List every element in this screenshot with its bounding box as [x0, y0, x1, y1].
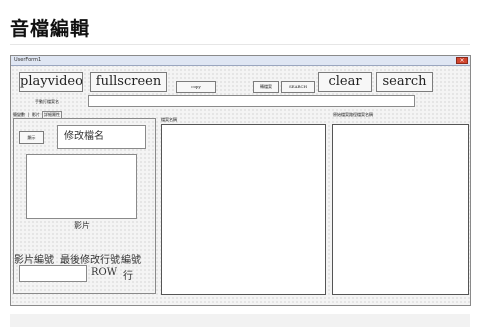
copy-button[interactable]: copy [176, 81, 216, 93]
window-titlebar: UserForm1 × [11, 56, 470, 66]
clear-button[interactable]: clear [318, 72, 372, 92]
playvideo-button[interactable]: playvideo [19, 72, 83, 92]
original-path-list[interactable] [332, 124, 469, 295]
rename-label: 手動打檔案名 [35, 99, 59, 104]
convert-button[interactable]: 轉檔案 [253, 81, 279, 93]
page-title: 音檔編輯 [10, 18, 91, 40]
close-button[interactable]: × [456, 57, 468, 64]
row-label: ROW [91, 267, 118, 278]
rename-textbox[interactable]: 修改檔名 [57, 125, 146, 149]
window-caption: UserForm1 [14, 57, 42, 63]
bottom-strip [10, 314, 470, 327]
number-header: 編號 [121, 255, 141, 266]
original-path-header: 原始檔案路徑檔案名稱 [333, 112, 373, 117]
search-button[interactable]: search [376, 72, 433, 92]
last-modified-row-header: 最後修改行號 [60, 255, 120, 266]
video-label: 影片 [74, 221, 90, 230]
show-button[interactable]: 顯示 [19, 131, 44, 144]
video-number-header: 影片編號 [14, 255, 54, 266]
rename-input[interactable] [88, 95, 415, 107]
line-label: 行 [123, 271, 133, 282]
tab-details[interactable]: 詳細屬性 [42, 111, 62, 118]
userform-window: UserForm1 × playvideo fullscreen copy 轉檔… [10, 55, 471, 306]
search-small-button[interactable]: SEARCH [281, 81, 315, 93]
video-preview [26, 154, 137, 219]
tab-divider-1: | [28, 112, 30, 117]
file-name-header: 檔案名稱 [161, 117, 177, 122]
file-name-list[interactable] [161, 124, 326, 295]
fullscreen-button[interactable]: fullscreen [90, 72, 167, 92]
title-divider [10, 44, 470, 45]
row-input[interactable] [19, 265, 87, 282]
